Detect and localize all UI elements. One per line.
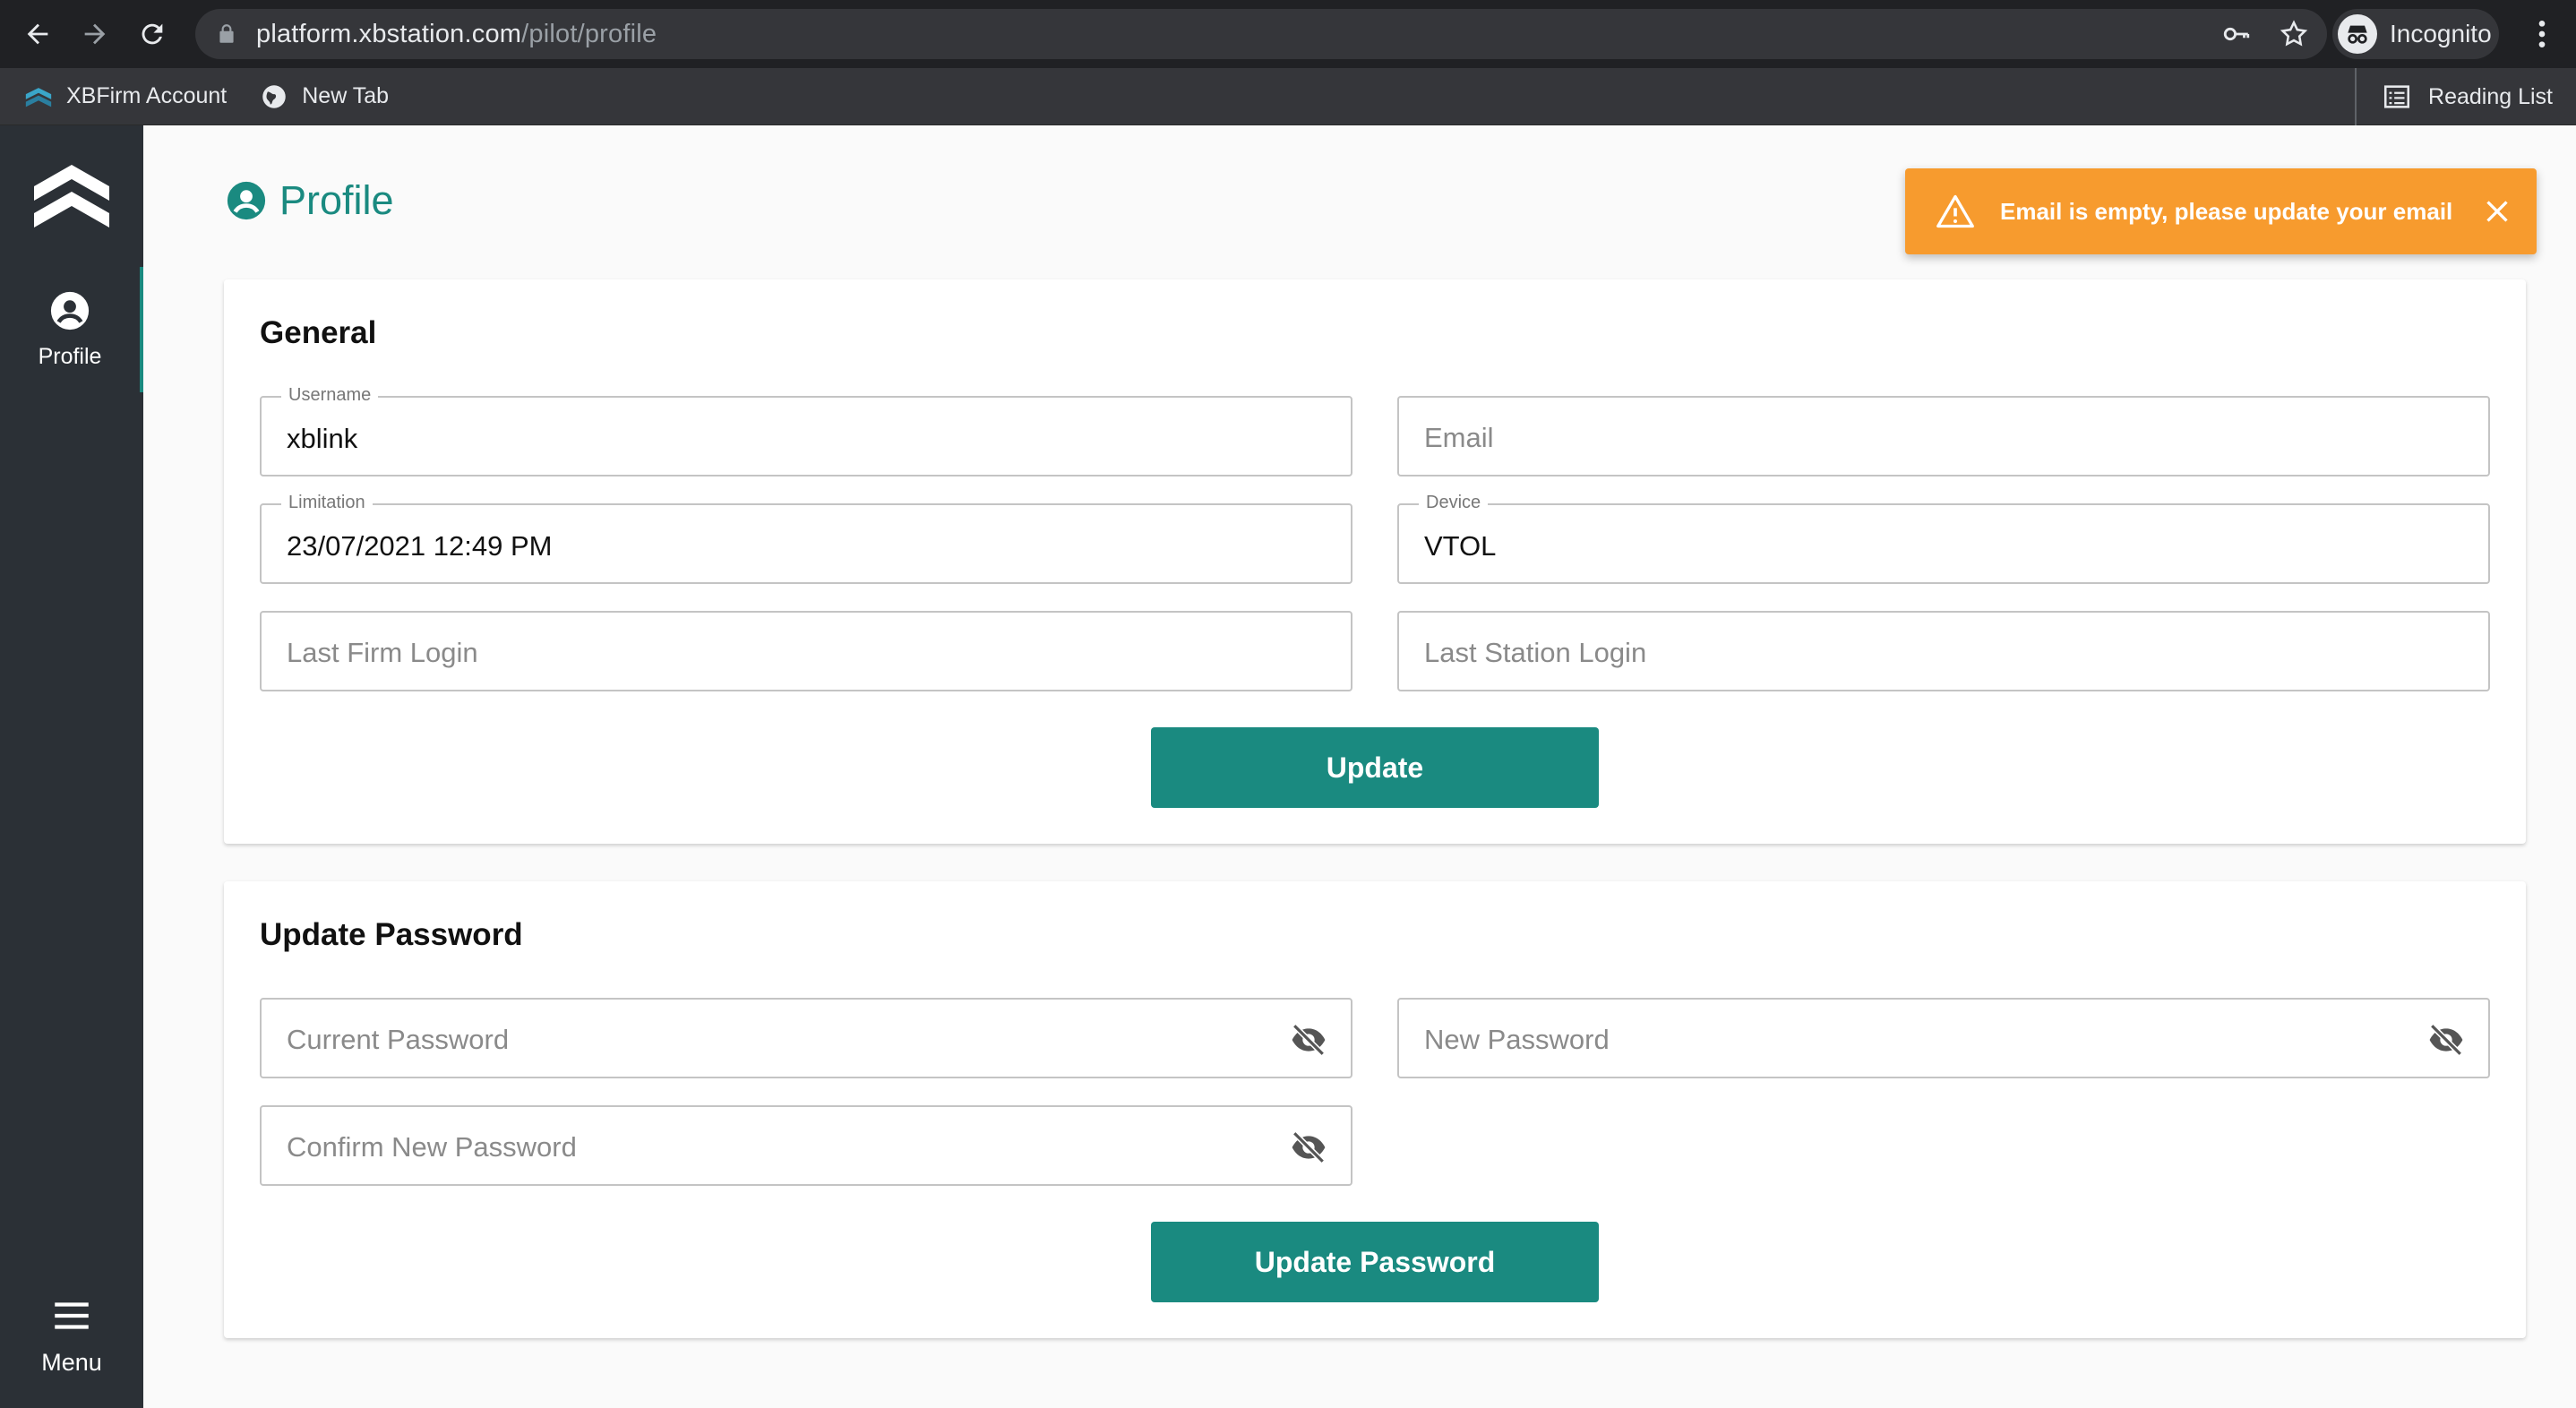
reload-icon	[142, 23, 163, 45]
eye-off-icon[interactable]	[1290, 1021, 1327, 1059]
new-password-field[interactable]: New Password	[1397, 998, 2490, 1078]
username-label: Username	[281, 385, 379, 406]
sidebar-item-profile[interactable]: Profile	[0, 267, 143, 392]
confirm-password-placeholder: Confirm New Password	[287, 1131, 577, 1163]
menu-label: Menu	[41, 1348, 102, 1376]
reading-list-label: Reading List	[2428, 83, 2553, 109]
general-heading: General	[260, 315, 377, 350]
sidebar-item-label: Profile	[38, 343, 102, 369]
eye-off-icon[interactable]	[1290, 1129, 1327, 1166]
url-path: /pilot/profile	[521, 19, 657, 48]
limitation-field[interactable]: Limitation 23/07/2021 12:49 PM	[260, 493, 1352, 584]
limitation-value: 23/07/2021 12:49 PM	[287, 530, 553, 562]
incognito-badge[interactable]: Incognito	[2332, 9, 2499, 59]
confirm-password-field[interactable]: Confirm New Password	[260, 1105, 1352, 1186]
device-field[interactable]: Device VTOL	[1397, 493, 2490, 584]
arrow-left-icon	[27, 23, 48, 45]
arrow-right-icon	[84, 23, 106, 45]
key-icon[interactable]	[2221, 19, 2252, 49]
update-password-card: Update Password Current Password New Pas…	[224, 881, 2526, 1338]
reading-list-icon	[2383, 85, 2410, 108]
reload-button[interactable]	[133, 14, 172, 54]
device-value: VTOL	[1424, 530, 1497, 562]
reading-list-button[interactable]: Reading List	[2355, 68, 2553, 125]
url-host: platform.xbstation.com	[256, 19, 522, 48]
bookmark-xbfirm[interactable]: XBFirm Account	[23, 82, 227, 112]
globe-icon	[262, 84, 286, 108]
account-circle-icon	[50, 291, 90, 330]
app-sidebar: Profile Menu	[0, 125, 143, 1408]
bookmarks-bar: XBFirm Account New Tab Reading List	[0, 68, 2576, 125]
device-label: Device	[1419, 493, 1489, 513]
account-circle-icon	[227, 181, 266, 220]
more-vert-icon[interactable]	[2524, 16, 2560, 52]
last-firm-login-field[interactable]: Last Firm Login	[260, 611, 1352, 691]
lock-icon	[219, 24, 234, 43]
username-field[interactable]: Username xblink	[260, 385, 1352, 476]
update-button[interactable]: Update	[1151, 727, 1599, 808]
new-password-placeholder: New Password	[1424, 1024, 1610, 1055]
email-field[interactable]: Email	[1397, 396, 2490, 476]
incognito-label: Incognito	[2390, 20, 2492, 47]
forward-button[interactable]	[75, 14, 115, 54]
last-station-login-field[interactable]: Last Station Login	[1397, 611, 2490, 691]
back-button[interactable]	[18, 14, 57, 54]
warning-toast: Email is empty, please update your email	[1905, 168, 2537, 254]
limitation-label: Limitation	[281, 493, 373, 513]
page-title-text: Profile	[279, 177, 394, 223]
page-title: Profile	[226, 177, 394, 224]
close-icon[interactable]	[2481, 195, 2513, 228]
bookmark-new-tab[interactable]: New Tab	[259, 82, 389, 112]
incognito-icon	[2338, 14, 2377, 54]
sidebar-menu-button[interactable]: Menu	[0, 1272, 143, 1397]
url-text: platform.xbstation.com/pilot/profile	[256, 20, 657, 49]
email-placeholder: Email	[1424, 422, 1494, 453]
address-bar[interactable]: platform.xbstation.com/pilot/profile	[195, 9, 2327, 59]
hamburger-menu-icon	[55, 1301, 89, 1329]
general-card: General Username xblink Email Limitation…	[224, 279, 2526, 844]
toast-message: Email is empty, please update your email	[2000, 197, 2453, 225]
update-password-button[interactable]: Update Password	[1151, 1222, 1599, 1302]
last-firm-login-placeholder: Last Firm Login	[287, 637, 478, 668]
username-value: xblink	[287, 423, 358, 454]
last-station-login-placeholder: Last Station Login	[1424, 637, 1647, 668]
update-password-heading: Update Password	[260, 917, 523, 952]
star-icon[interactable]	[2279, 19, 2309, 49]
current-password-placeholder: Current Password	[287, 1024, 510, 1055]
current-password-field[interactable]: Current Password	[260, 998, 1352, 1078]
eye-off-icon[interactable]	[2427, 1021, 2465, 1059]
xbfirm-logo-icon	[25, 87, 52, 107]
app-logo-icon	[34, 165, 109, 228]
bookmark-label: XBFirm Account	[66, 83, 228, 108]
browser-toolbar: platform.xbstation.com/pilot/profile Inc…	[0, 0, 2576, 68]
warning-icon	[1936, 194, 1974, 228]
bookmark-label: New Tab	[302, 83, 390, 108]
